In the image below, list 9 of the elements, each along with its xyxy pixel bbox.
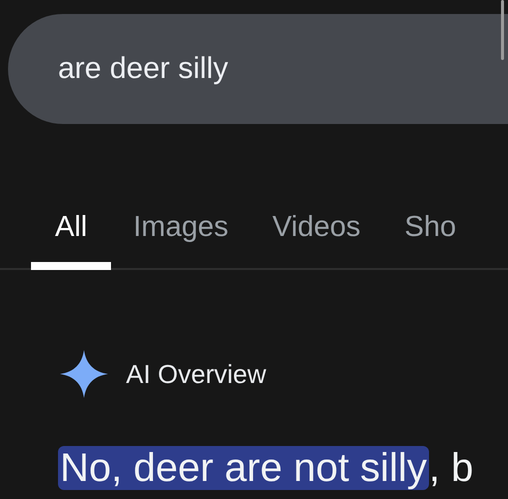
answer-text: No, deer are not silly, b [58,446,474,490]
tab[interactable]: Videos [250,206,382,270]
tab[interactable]: All [31,206,112,270]
sparkle-icon [60,350,108,398]
tab[interactable]: Images [111,206,250,270]
search-field[interactable]: are deer silly [8,14,508,124]
scrollbar [501,0,504,60]
tab[interactable]: Sho [382,206,478,270]
section-title: AI Overview [126,358,266,390]
